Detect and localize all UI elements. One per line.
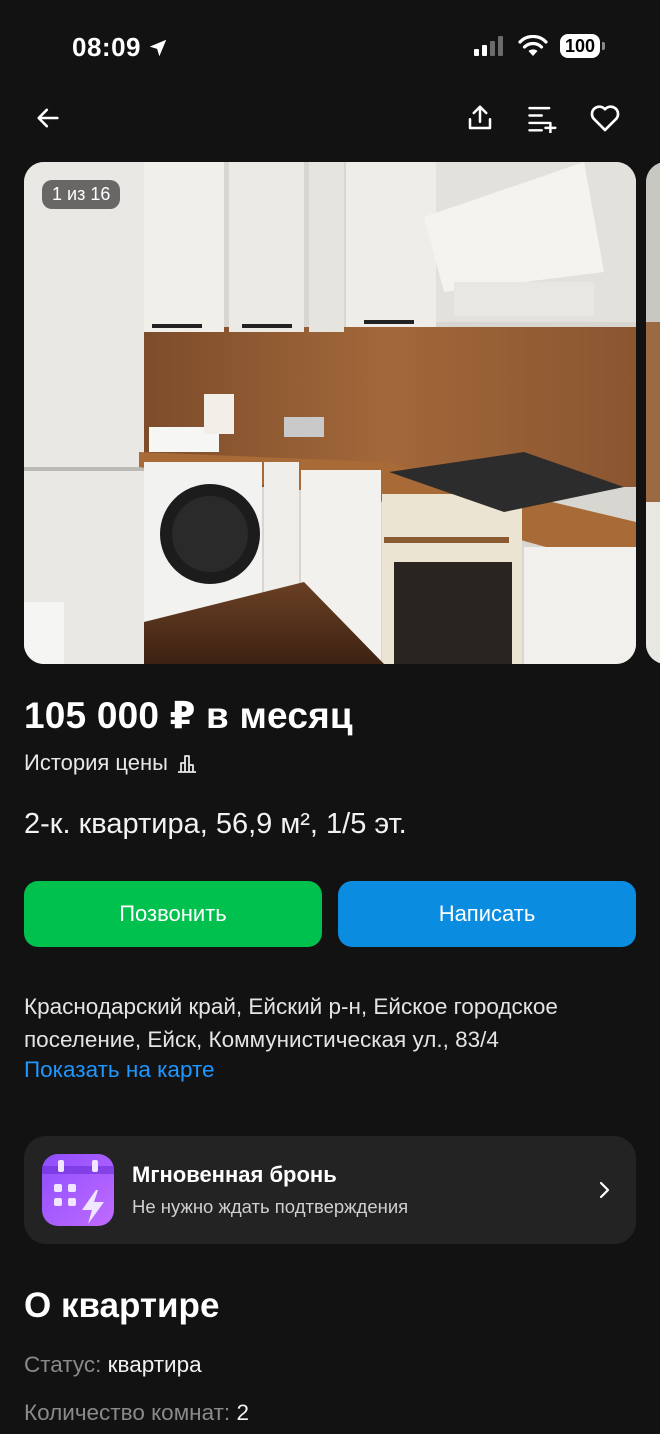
call-button-label: Позвонить [119,901,227,926]
listing-address: Краснодарский край, Ейский р-н, Ейское г… [24,994,558,1052]
compare-icon [528,106,557,133]
status-time-text: 08:09 [72,32,141,62]
status-time: 08:09 [72,32,169,63]
next-photo-preview[interactable] [646,162,660,664]
back-arrow-icon [37,108,59,128]
listing-price: 105 000 ₽ в месяц [24,695,353,736]
nav-bar [0,96,660,140]
back-button[interactable] [26,96,70,140]
param-status-value: квартира [107,1352,202,1377]
signal-icon [473,36,503,56]
status-indicators: 100 [473,34,606,58]
instant-booking-icon [42,1154,114,1226]
param-status: Статус: квартира [24,1352,202,1378]
price-chart-icon [177,755,196,773]
heart-icon [590,105,620,132]
call-button[interactable]: Позвонить [24,881,322,947]
photo-gallery[interactable]: 1 из 16 [24,162,660,664]
wifi-icon [518,35,548,56]
listing-title: 2-к. квартира, 56,9 м², 1/5 эт. [24,808,407,840]
param-rooms-key: Количество комнат: [24,1400,231,1425]
share-icon [468,105,492,130]
message-button[interactable]: Написать [338,881,636,947]
share-button[interactable] [458,96,502,140]
param-status-key: Статус: [24,1352,102,1377]
instant-booking-subtitle: Не нужно ждать подтверждения [132,1196,409,1217]
show-on-map-link[interactable]: Показать на карте [24,1057,215,1083]
param-rooms: Количество комнат: 2 [24,1400,249,1426]
calendar-lightning-icon [42,1160,114,1224]
instant-booking-card[interactable]: Мгновенная бронь Не нужно ждать подтверж… [24,1136,636,1244]
chevron-right-icon [599,1181,610,1199]
price-history-label: История цены [24,750,168,775]
message-button-label: Написать [438,901,536,926]
next-photo-thumbnail [646,162,660,664]
param-rooms-value: 2 [236,1400,249,1425]
status-bar: 08:09 100 [0,0,660,96]
favorite-button[interactable] [583,96,627,140]
about-section-title: О квартире [24,1286,220,1325]
kitchen-photo [24,162,636,664]
compare-button[interactable] [521,96,565,140]
listing-photo[interactable] [24,162,636,664]
instant-booking-title: Мгновенная бронь [132,1162,337,1187]
price-history-link[interactable]: История цены [24,750,198,776]
location-arrow-icon [149,39,167,56]
battery-indicator: 100 [559,34,606,58]
photo-counter: 1 из 16 [42,180,121,209]
